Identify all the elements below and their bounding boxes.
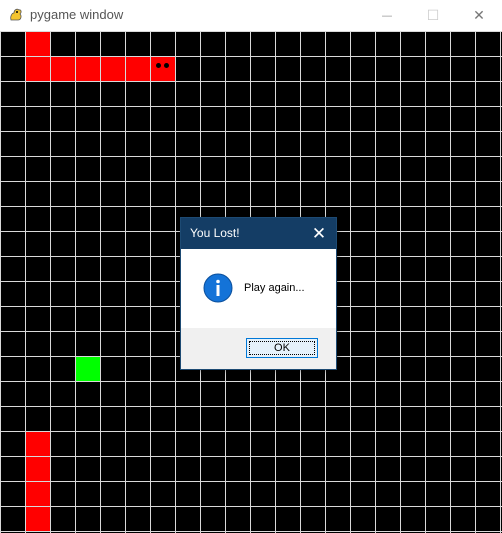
snake-segment	[26, 32, 50, 56]
dialog-body: Play again...	[181, 249, 336, 328]
dialog-titlebar: You Lost! ✕	[181, 218, 336, 249]
close-icon: ✕	[311, 223, 327, 244]
snake-segment	[76, 57, 100, 81]
window-title: pygame window	[30, 7, 124, 22]
snake-head	[151, 57, 175, 81]
ok-focus-ring	[249, 341, 315, 355]
window-close-button[interactable]: ✕	[456, 0, 502, 31]
dialog-close-button[interactable]: ✕	[302, 218, 336, 249]
maximize-button[interactable]: ☐	[410, 0, 456, 31]
snake-segment	[26, 57, 50, 81]
snake-segment	[26, 507, 50, 531]
snake-segment	[101, 57, 125, 81]
pygame-snake-icon	[10, 8, 22, 21]
window-titlebar: pygame window — ☐ ✕	[0, 0, 502, 31]
snake-segment	[26, 432, 50, 456]
dialog-footer: OK	[181, 328, 336, 369]
info-icon	[203, 273, 233, 303]
you-lost-dialog: You Lost! ✕ Play again... OK	[180, 217, 337, 370]
snack-cube	[76, 357, 100, 381]
dialog-title: You Lost!	[190, 226, 240, 240]
snake-segment	[126, 57, 150, 81]
close-icon: ✕	[473, 7, 485, 24]
snake-segment	[51, 57, 75, 81]
maximize-icon: ☐	[426, 7, 440, 24]
snake-segment	[26, 457, 50, 481]
snake-eye	[164, 63, 169, 68]
minimize-button[interactable]: —	[364, 0, 410, 31]
snake-segment	[26, 482, 50, 506]
ok-button[interactable]: OK	[246, 338, 318, 358]
dialog-message: Play again...	[244, 282, 305, 294]
minimize-icon: —	[381, 9, 393, 22]
snake-eye	[156, 63, 161, 68]
